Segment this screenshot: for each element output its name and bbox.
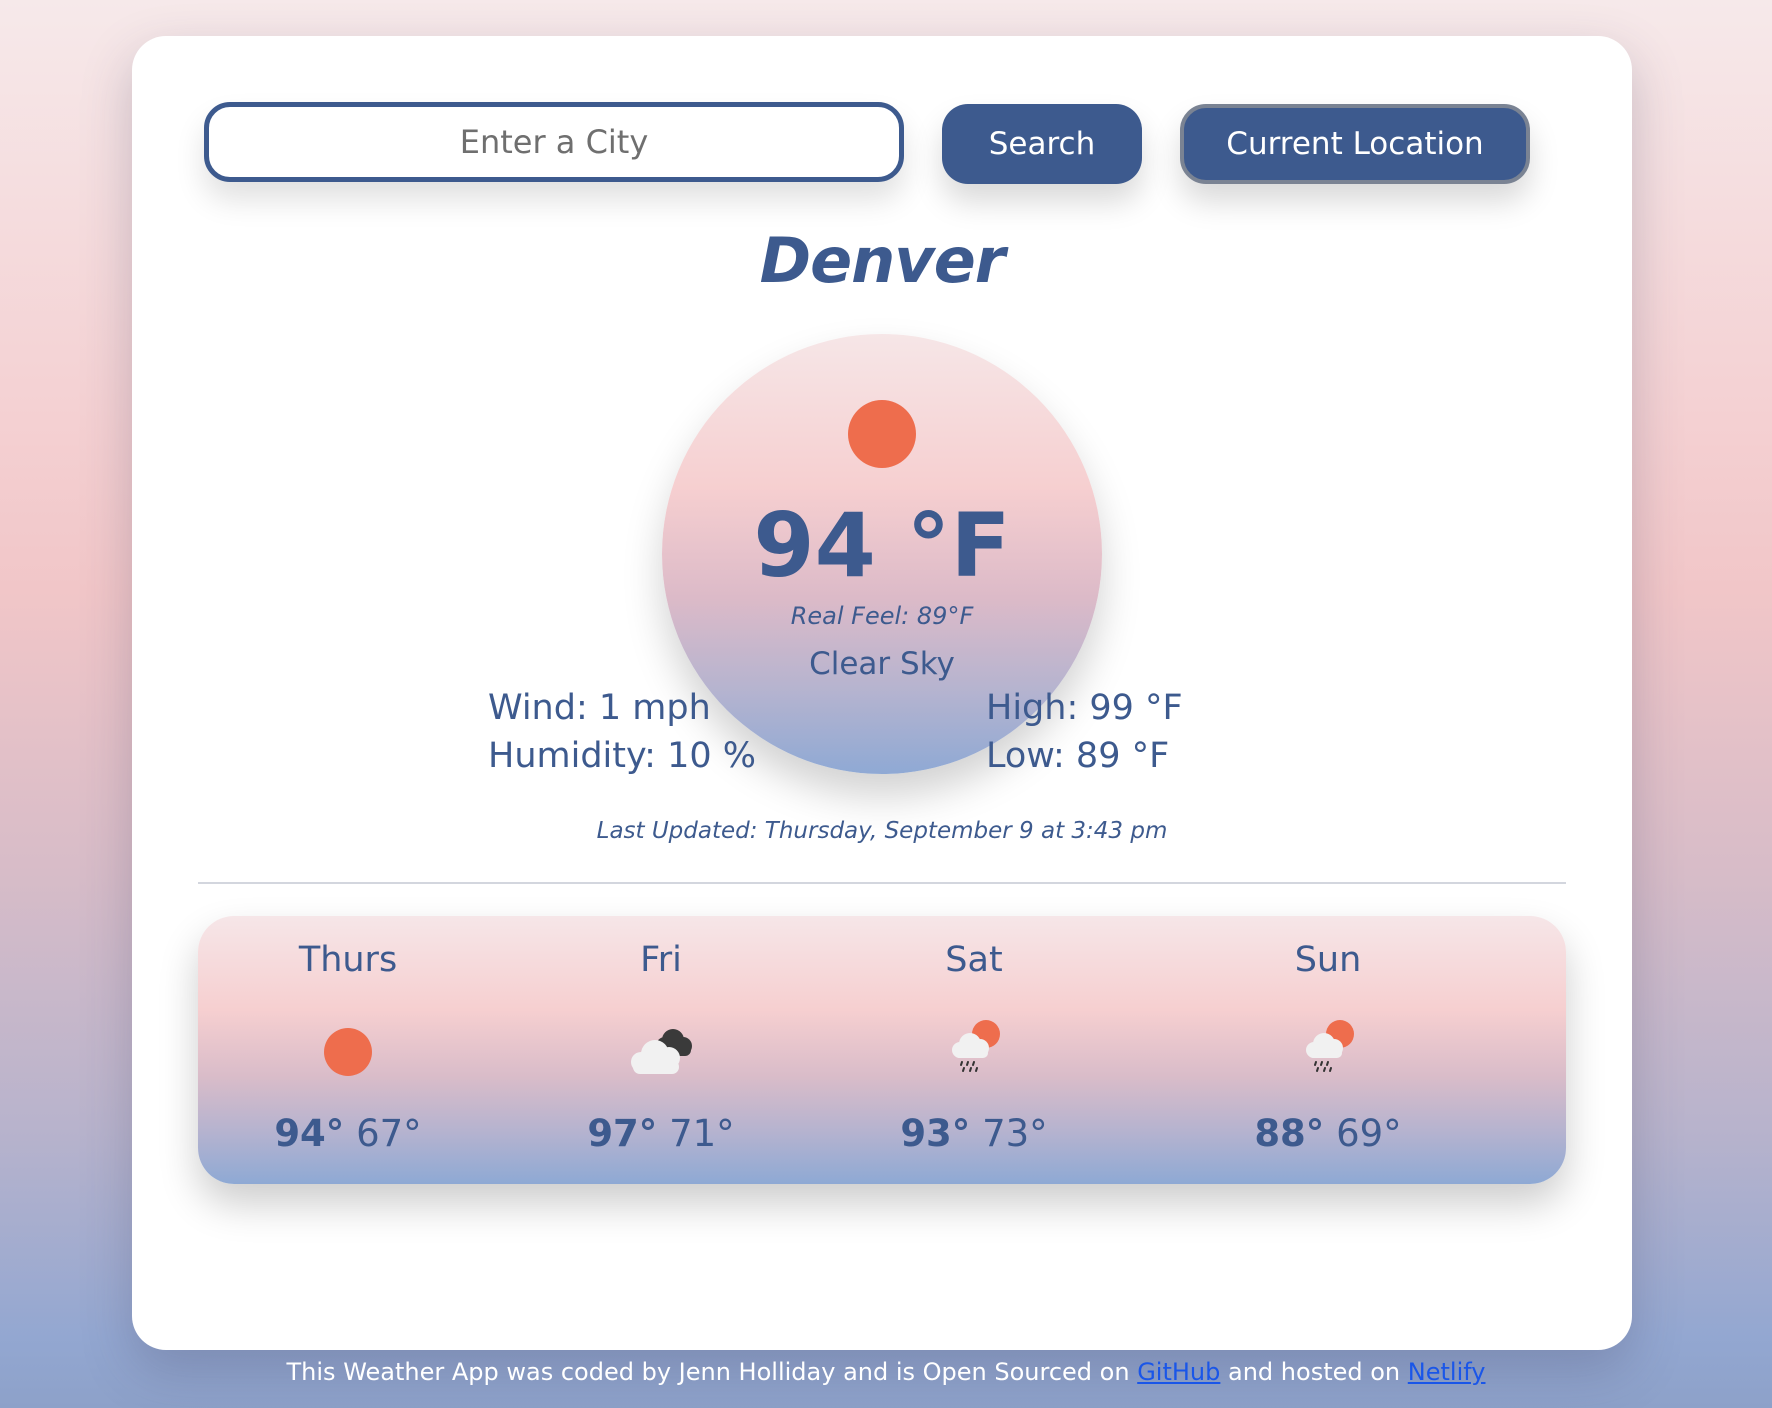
footer-text: and hosted on xyxy=(1228,1358,1401,1386)
rain-sun-icon xyxy=(934,1016,1014,1086)
forecast-temps: 97° 71° xyxy=(511,1112,811,1155)
weather-card: Search Current Location Denver 94 °F Rea… xyxy=(132,36,1632,1350)
forecast-day-name: Fri xyxy=(640,940,682,980)
search-button[interactable]: Search xyxy=(942,104,1142,184)
weather-description: Clear Sky xyxy=(809,646,955,682)
sun-icon xyxy=(848,400,916,468)
real-feel: Real Feel: 89°F xyxy=(790,602,974,630)
high-stat: High: 99 °F xyxy=(986,688,1183,728)
footer: This Weather App was coded by Jenn Holli… xyxy=(0,1358,1772,1386)
current-location-button[interactable]: Current Location xyxy=(1180,104,1530,184)
forecast-temps: 93° 73° xyxy=(824,1112,1124,1155)
forecast-day: Sat 93° 73° xyxy=(824,916,1124,1184)
forecast-high: 97° xyxy=(587,1112,658,1155)
divider xyxy=(198,882,1566,884)
city-name: Denver xyxy=(759,224,1006,297)
forecast-panel: Thurs 94° 67° Fri 97° 71° Sat 93° 73° Su… xyxy=(198,916,1566,1184)
city-search-input[interactable] xyxy=(204,102,904,182)
forecast-high: 88° xyxy=(1254,1112,1325,1155)
forecast-temps: 94° 67° xyxy=(198,1112,498,1155)
forecast-low: 73° xyxy=(982,1112,1048,1155)
forecast-low: 71° xyxy=(669,1112,735,1155)
forecast-high: 93° xyxy=(900,1112,971,1155)
forecast-day: Fri 97° 71° xyxy=(511,916,811,1184)
rain-sun-icon xyxy=(1288,1016,1368,1086)
github-link[interactable]: GitHub xyxy=(1137,1358,1220,1386)
forecast-temps: 88° 69° xyxy=(1178,1112,1478,1155)
forecast-day-name: Sun xyxy=(1294,940,1362,980)
sun-icon xyxy=(308,1016,388,1086)
current-temperature: 94 °F xyxy=(753,494,1011,597)
last-updated: Last Updated: Thursday, September 9 at 3… xyxy=(596,818,1168,844)
forecast-low: 67° xyxy=(356,1112,422,1155)
low-stat: Low: 89 °F xyxy=(986,736,1170,776)
humidity-stat: Humidity: 10 % xyxy=(488,736,756,776)
netlify-link[interactable]: Netlify xyxy=(1408,1358,1486,1386)
forecast-day-name: Sat xyxy=(945,940,1003,980)
forecast-high: 94° xyxy=(274,1112,345,1155)
footer-text: This Weather App was coded by Jenn Holli… xyxy=(286,1358,1130,1386)
forecast-low: 69° xyxy=(1336,1112,1402,1155)
wind-stat: Wind: 1 mph xyxy=(488,688,711,728)
forecast-day: Thurs 94° 67° xyxy=(198,916,498,1184)
forecast-day-name: Thurs xyxy=(298,940,398,980)
cloudy-icon xyxy=(621,1016,701,1086)
forecast-day: Sun 88° 69° xyxy=(1178,916,1478,1184)
